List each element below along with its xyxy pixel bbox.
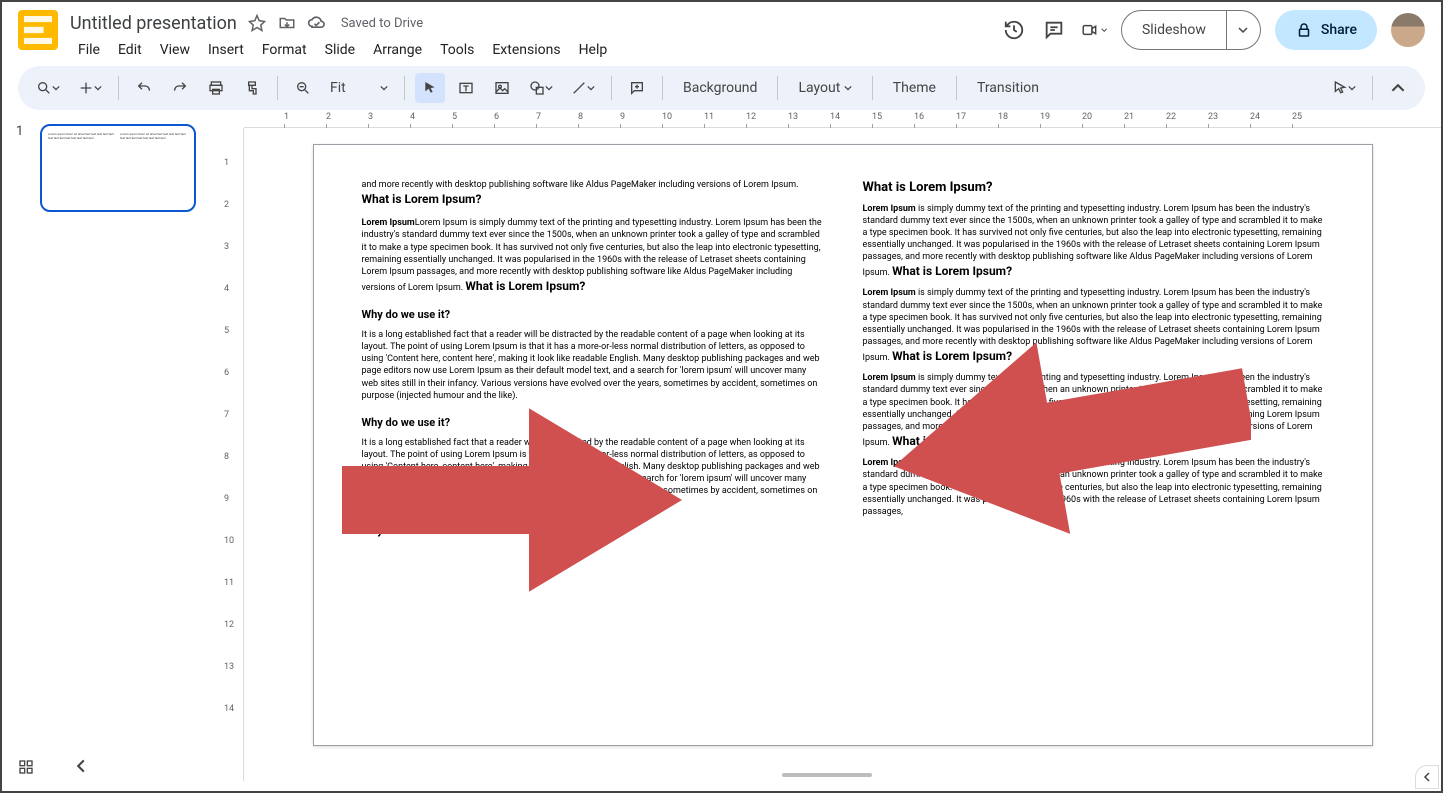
menu-file[interactable]: File xyxy=(70,38,108,62)
comment-add-button[interactable] xyxy=(622,73,652,103)
grid-view-icon[interactable] xyxy=(18,759,34,775)
textbox-button[interactable] xyxy=(451,73,481,103)
pointer-options-button[interactable] xyxy=(1326,73,1362,103)
share-label: Share xyxy=(1321,22,1357,38)
comments-icon[interactable] xyxy=(1041,17,1067,43)
canvas: 1234567891011121314151617181920212223242… xyxy=(212,110,1441,781)
hide-menus-button[interactable] xyxy=(1383,73,1413,103)
speaker-notes-handle[interactable] xyxy=(782,773,872,777)
image-button[interactable] xyxy=(487,73,517,103)
text-bold: Lorem Ipsum xyxy=(362,218,415,228)
meet-icon[interactable] xyxy=(1081,17,1107,43)
move-icon[interactable] xyxy=(277,13,297,33)
share-button[interactable]: Share xyxy=(1275,10,1377,50)
lock-icon xyxy=(1295,21,1313,39)
header: Untitled presentation Saved to Drive Fil… xyxy=(2,2,1441,66)
slideshow-button[interactable]: Slideshow xyxy=(1121,10,1227,50)
collapse-filmstrip-icon[interactable] xyxy=(74,759,88,775)
menu-view[interactable]: View xyxy=(152,38,198,62)
print-button[interactable] xyxy=(201,73,231,103)
select-tool[interactable] xyxy=(415,73,445,103)
ruler-vertical: 1234567891011121314 xyxy=(212,128,244,781)
transition-button[interactable]: Transition xyxy=(967,80,1049,96)
cloud-saved-icon[interactable] xyxy=(307,13,327,33)
document-title[interactable]: Untitled presentation xyxy=(70,13,237,34)
zoom-value: Fit xyxy=(330,80,346,96)
menu-edit[interactable]: Edit xyxy=(110,38,150,62)
filmstrip: 1 Lorem ipsum dolor sit amet text text t… xyxy=(2,110,212,781)
heading: Why do we use it? xyxy=(362,308,823,323)
undo-button[interactable] xyxy=(129,73,159,103)
menu-slide[interactable]: Slide xyxy=(317,38,363,62)
history-icon[interactable] xyxy=(1001,17,1027,43)
side-panel-toggle[interactable] xyxy=(1415,765,1439,789)
paint-format-button[interactable] xyxy=(237,73,267,103)
menu-arrange[interactable]: Arrange xyxy=(365,38,430,62)
heading: What is Lorem Ipsum? xyxy=(892,264,1012,278)
annotation-arrow-right xyxy=(891,310,1251,560)
star-icon[interactable] xyxy=(247,13,267,33)
text-block: Lorem Ipsum is simply dummy text of the … xyxy=(362,218,822,293)
redo-button[interactable] xyxy=(165,73,195,103)
slide-number: 1 xyxy=(16,124,23,139)
layout-button[interactable]: Layout xyxy=(788,80,861,96)
menu-format[interactable]: Format xyxy=(254,38,315,62)
menu-insert[interactable]: Insert xyxy=(200,38,252,62)
menu-bar: FileEditViewInsertFormatSlideArrangeTool… xyxy=(70,38,1001,62)
line-button[interactable] xyxy=(565,73,601,103)
text-bold: Lorem Ipsum xyxy=(863,204,916,214)
saved-status: Saved to Drive xyxy=(341,16,423,31)
menu-tools[interactable]: Tools xyxy=(432,38,482,62)
theme-button[interactable]: Theme xyxy=(883,80,946,96)
annotation-arrow-left xyxy=(342,390,682,610)
ruler-horizontal: 1234567891011121314151617181920212223242… xyxy=(244,110,1441,128)
text-bold: Lorem Ipsum xyxy=(863,288,916,298)
heading: What is Lorem Ipsum? xyxy=(863,179,1324,197)
slideshow-dropdown[interactable] xyxy=(1227,10,1261,50)
shape-button[interactable] xyxy=(523,73,559,103)
toolbar: Fit Background Layout Theme Transition xyxy=(18,66,1425,110)
account-avatar[interactable] xyxy=(1391,13,1425,47)
heading: What is Lorem Ipsum? xyxy=(362,192,482,206)
heading: What is Lorem Ipsum? xyxy=(465,279,585,293)
slides-logo[interactable] xyxy=(18,10,58,50)
text-block: and more recently with desktop publishin… xyxy=(362,180,799,190)
menu-extensions[interactable]: Extensions xyxy=(484,38,568,62)
slide-thumbnail[interactable]: Lorem ipsum dolor sit amet text text tex… xyxy=(40,124,196,212)
search-menus-button[interactable] xyxy=(30,73,66,103)
zoom-out-button[interactable] xyxy=(288,73,318,103)
zoom-select[interactable]: Fit xyxy=(324,73,394,103)
background-button[interactable]: Background xyxy=(673,80,767,96)
menu-help[interactable]: Help xyxy=(571,38,616,62)
new-slide-button[interactable] xyxy=(72,73,108,103)
